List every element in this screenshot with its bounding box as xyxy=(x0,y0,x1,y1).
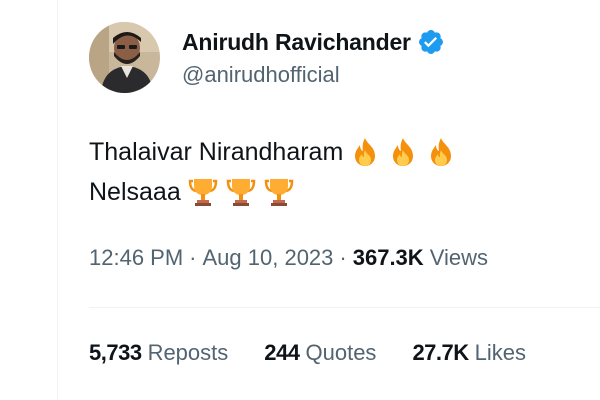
tweet-line-1: Thalaivar Nirandharam xyxy=(89,132,457,172)
tweet-line-text: Nelsaaa xyxy=(89,178,181,206)
engagement-stats: 5,733 Reposts 244 Quotes 27.7K Likes xyxy=(89,340,526,366)
fire-icon xyxy=(387,136,419,168)
avatar[interactable] xyxy=(89,22,160,93)
tweet-meta: 12:46 PM · Aug 10, 2023 · 367.3K Views xyxy=(89,245,488,271)
tweet-text: Thalaivar Nirandharam Nelsaaa xyxy=(89,132,457,212)
tweet-date[interactable]: Aug 10, 2023 xyxy=(203,245,334,271)
reposts-count: 5,733 xyxy=(89,340,142,365)
quotes-stat[interactable]: 244 Quotes xyxy=(264,340,376,366)
views-label: Views xyxy=(429,245,488,270)
fire-icon xyxy=(349,136,381,168)
author-name[interactable]: Anirudh Ravichander xyxy=(182,29,411,56)
meta-separator: · xyxy=(189,245,197,270)
quotes-label: Quotes xyxy=(305,340,377,365)
fire-icon xyxy=(425,136,457,168)
divider xyxy=(89,307,600,308)
reposts-stat[interactable]: 5,733 Reposts xyxy=(89,340,228,366)
likes-label: Likes xyxy=(474,340,527,365)
tweet-card: Anirudh Ravichander @anirudhofficial Tha… xyxy=(58,0,600,400)
tweet-line-text: Thalaivar Nirandharam xyxy=(89,138,344,166)
tweet-page: Anirudh Ravichander @anirudhofficial Tha… xyxy=(0,0,600,400)
meta-separator: · xyxy=(339,245,347,270)
trophy-icon xyxy=(263,176,295,208)
likes-stat[interactable]: 27.7K Likes xyxy=(412,340,526,366)
reposts-label: Reposts xyxy=(147,340,229,365)
verified-badge-icon[interactable] xyxy=(417,28,445,56)
avatar-image xyxy=(89,22,160,93)
author-handle[interactable]: @anirudhofficial xyxy=(182,62,340,88)
likes-count: 27.7K xyxy=(412,340,469,365)
tweet-time[interactable]: 12:46 PM xyxy=(89,245,183,271)
author-name-row: Anirudh Ravichander xyxy=(182,26,445,58)
tweet-line-2: Nelsaaa xyxy=(89,172,457,212)
views-count: 367.3K xyxy=(352,245,424,270)
quotes-count: 244 xyxy=(264,340,300,365)
trophy-icon xyxy=(187,176,219,208)
trophy-icon xyxy=(225,176,257,208)
